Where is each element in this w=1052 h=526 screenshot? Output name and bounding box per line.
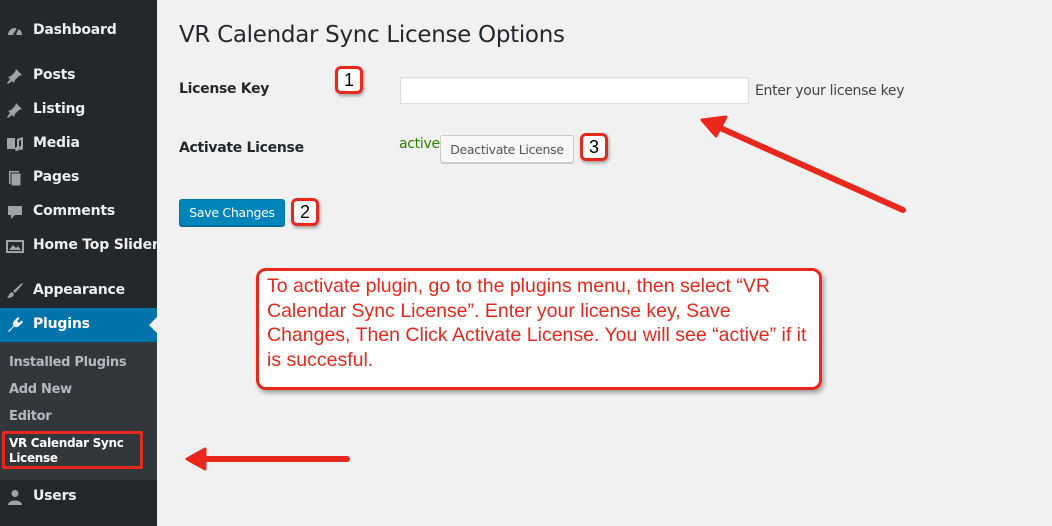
menu-plugins-label: Plugins: [33, 316, 90, 332]
brush-icon: [6, 282, 24, 300]
current-menu-indicator: [149, 317, 157, 333]
submenu-add-new[interactable]: Add New: [9, 382, 72, 397]
submenu-installed-plugins[interactable]: Installed Plugins: [9, 355, 127, 370]
user-icon: [6, 488, 24, 506]
menu-home-top-slider-label: Home Top Slider: [33, 237, 159, 253]
submenu-highlight-box: [2, 431, 143, 469]
menu-plugins[interactable]: Plugins: [0, 308, 157, 342]
pin-icon: [6, 67, 24, 85]
comment-icon: [6, 203, 24, 221]
license-key-input[interactable]: [400, 77, 749, 104]
menu-users[interactable]: Users: [0, 480, 157, 514]
license-status: active: [399, 136, 440, 152]
media-icon: [6, 135, 24, 153]
step-1-badge: 1: [335, 66, 363, 94]
activate-license-label: Activate License: [179, 140, 304, 156]
menu-dashboard-label: Dashboard: [33, 22, 117, 38]
instruction-callout: To activate plugin, go to the plugins me…: [256, 268, 822, 390]
menu-appearance[interactable]: Appearance: [0, 274, 157, 308]
license-key-label: License Key: [179, 81, 270, 97]
menu-posts-label: Posts: [33, 67, 76, 83]
license-key-description: Enter your license key: [755, 83, 905, 99]
menu-listing[interactable]: Listing: [0, 93, 157, 127]
deactivate-license-button[interactable]: Deactivate License: [440, 135, 574, 163]
menu-users-label: Users: [33, 488, 77, 504]
menu-appearance-label: Appearance: [33, 282, 125, 298]
menu-posts[interactable]: Posts: [0, 59, 157, 93]
slider-icon: [6, 237, 24, 255]
menu-listing-label: Listing: [33, 101, 86, 117]
step-2-badge: 2: [291, 198, 319, 226]
menu-dashboard[interactable]: Dashboard: [0, 14, 157, 48]
main-content: VR Calendar Sync License Options License…: [157, 0, 1052, 526]
dashboard-icon: [6, 22, 24, 40]
submenu-editor[interactable]: Editor: [9, 409, 52, 424]
admin-sidebar: Dashboard Posts Listing Media Pages Comm…: [0, 0, 159, 526]
menu-media[interactable]: Media: [0, 127, 157, 161]
page-title: VR Calendar Sync License Options: [179, 22, 565, 48]
pin-icon: [6, 101, 24, 119]
menu-comments-label: Comments: [33, 203, 115, 219]
menu-home-top-slider[interactable]: Home Top Slider: [0, 229, 159, 263]
save-changes-button[interactable]: Save Changes: [179, 199, 285, 226]
instruction-callout-text: To activate plugin, go to the plugins me…: [267, 275, 807, 371]
pages-icon: [6, 169, 24, 187]
step-3-badge: 3: [580, 133, 608, 161]
menu-pages[interactable]: Pages: [0, 161, 157, 195]
plugin-icon: [6, 316, 24, 334]
menu-comments[interactable]: Comments: [0, 195, 157, 229]
menu-media-label: Media: [33, 135, 80, 151]
menu-pages-label: Pages: [33, 169, 80, 185]
